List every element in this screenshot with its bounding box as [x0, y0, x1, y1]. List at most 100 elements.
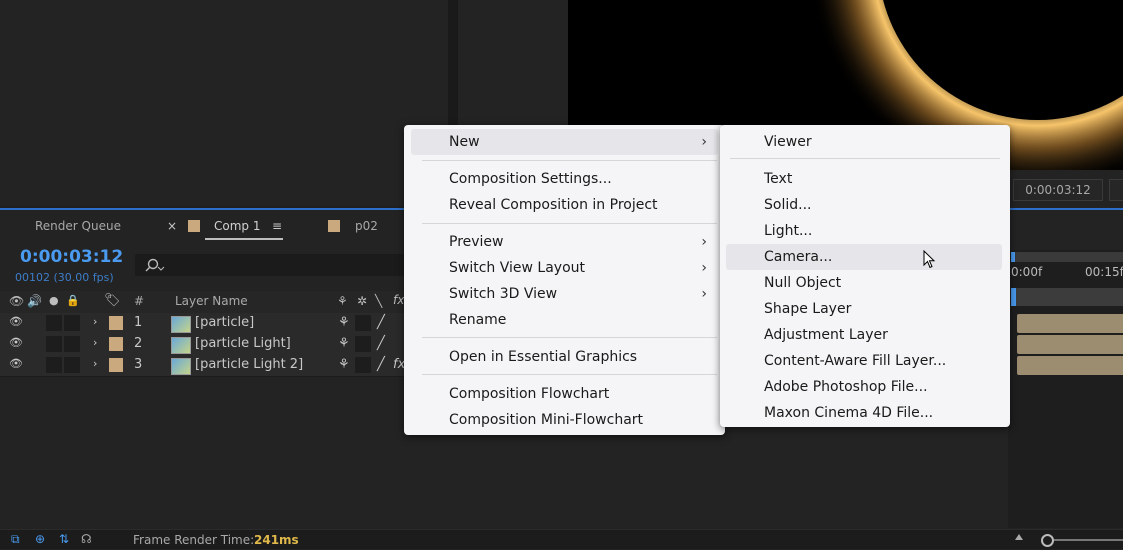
lock-toggle[interactable] — [64, 315, 80, 331]
menu-item-label: Light... — [764, 223, 813, 239]
fx-switch-icon[interactable]: fx — [393, 293, 404, 307]
label-color-swatch[interactable] — [109, 358, 123, 372]
menu-item-open-essential-graphics[interactable]: Open in Essential Graphics — [404, 344, 725, 370]
solo-icon[interactable]: ● — [49, 294, 59, 307]
layer-name[interactable]: [particle Light] — [195, 336, 291, 351]
tab-render-queue[interactable]: Render Queue — [35, 219, 121, 233]
quality-slash-icon[interactable]: ╱ — [377, 315, 385, 330]
submenu-item-adjustment-layer[interactable]: Adjustment Layer — [720, 322, 1010, 348]
tab-close-icon[interactable]: × — [167, 219, 177, 233]
menu-item-switch-3d-view[interactable]: Switch 3D View › — [404, 281, 725, 307]
ruler-label: 0:00f — [1011, 265, 1043, 279]
shy-switch-icon[interactable]: ⚘ — [337, 294, 348, 308]
collapse-switch-icon[interactable]: ✲ — [357, 294, 367, 308]
quality-slash-icon[interactable]: ╱ — [377, 336, 385, 351]
submenu-item-photoshop-file[interactable]: Adobe Photoshop File... — [720, 374, 1010, 400]
tab-menu-icon[interactable]: ≡ — [272, 219, 282, 233]
solo-toggle[interactable] — [46, 315, 62, 331]
table-row[interactable]: 👁 › 2 [particle Light] ⚘ ╱ — [0, 334, 410, 356]
comp-flowchart-icon[interactable]: ⧉ — [11, 532, 20, 547]
work-area-start-handle[interactable] — [1011, 252, 1015, 262]
collapse-toggle[interactable] — [355, 336, 371, 352]
label-color-swatch[interactable] — [109, 337, 123, 351]
time-ruler[interactable] — [1011, 288, 1123, 306]
menu-item-reveal-composition[interactable]: Reveal Composition in Project — [404, 192, 725, 218]
menu-divider — [730, 158, 1000, 159]
zoom-out-icon[interactable] — [1015, 534, 1023, 540]
submenu-item-solid[interactable]: Solid... — [720, 192, 1010, 218]
table-row[interactable]: 👁 › 1 [particle] ⚘ ╱ — [0, 313, 410, 335]
audio-icon[interactable]: 🔊 — [27, 294, 42, 308]
submenu-item-viewer[interactable]: Viewer — [720, 129, 1010, 155]
render-icon[interactable]: ⊕ — [35, 532, 45, 546]
menu-item-preview[interactable]: Preview › — [404, 229, 725, 255]
eye-icon[interactable]: 👁 — [9, 294, 24, 308]
layer-name[interactable]: [particle Light 2] — [195, 357, 303, 372]
menu-item-composition-flowchart[interactable]: Composition Flowchart — [404, 381, 725, 407]
shy-switch-icon[interactable]: ⚘ — [338, 357, 350, 372]
layer-index: 3 — [134, 357, 143, 372]
table-row[interactable]: 👁 › 3 [particle Light 2] ⚘ ╱ fx — [0, 355, 410, 377]
chevron-right-icon[interactable]: › — [93, 315, 97, 328]
layer-name[interactable]: [particle] — [195, 315, 254, 330]
viewer-timecode[interactable]: 0:00:03:12 — [1013, 179, 1103, 201]
layer-index: 1 — [134, 315, 143, 330]
eye-icon[interactable]: 👁 — [9, 315, 23, 328]
mouse-cursor-icon — [923, 250, 936, 269]
collapse-toggle[interactable] — [355, 357, 371, 373]
graph-icon[interactable]: ☊ — [81, 532, 92, 546]
menu-item-label: Adjustment Layer — [764, 327, 888, 343]
playhead-marker[interactable] — [1011, 288, 1016, 306]
eye-icon[interactable]: 👁 — [9, 357, 23, 370]
chevron-right-icon: › — [701, 286, 707, 302]
menu-item-new[interactable]: New › — [404, 129, 725, 155]
transfer-icon[interactable]: ⇅ — [59, 532, 69, 546]
label-color-swatch[interactable] — [109, 316, 123, 330]
lock-toggle[interactable] — [64, 336, 80, 352]
column-hash: # — [134, 294, 145, 308]
menu-item-switch-view-layout[interactable]: Switch View Layout › — [404, 255, 725, 281]
tab-p02[interactable]: p02 — [355, 219, 378, 233]
menu-item-label: Viewer — [764, 134, 812, 150]
menu-item-label: New — [449, 134, 480, 150]
submenu-item-shape-layer[interactable]: Shape Layer — [720, 296, 1010, 322]
menu-item-label: Null Object — [764, 275, 842, 291]
zoom-slider-handle[interactable] — [1041, 534, 1054, 547]
viewer-toolbar-button[interactable] — [1109, 179, 1123, 201]
quality-slash-icon[interactable]: ╱ — [377, 357, 385, 372]
layer-search-input[interactable] — [135, 254, 410, 276]
label-tag-icon[interactable]: 🏷 — [104, 293, 121, 308]
solo-toggle[interactable] — [46, 357, 62, 373]
submenu-item-text[interactable]: Text — [720, 166, 1010, 192]
shy-switch-icon[interactable]: ⚘ — [338, 336, 350, 351]
lock-toggle[interactable] — [64, 357, 80, 373]
column-layer-name[interactable]: Layer Name — [175, 294, 248, 308]
submenu-item-cinema-4d-file[interactable]: Maxon Cinema 4D File... — [720, 400, 1010, 426]
submenu-item-null-object[interactable]: Null Object — [720, 270, 1010, 296]
layer-duration-bar[interactable] — [1017, 356, 1123, 375]
menu-item-label: Composition Mini-Flowchart — [449, 412, 644, 428]
chevron-right-icon[interactable]: › — [93, 336, 97, 349]
lock-icon[interactable]: 🔒 — [66, 294, 80, 307]
shy-switch-icon[interactable]: ⚘ — [338, 315, 350, 330]
submenu-item-camera[interactable]: Camera... — [720, 244, 1010, 270]
layer-duration-bar[interactable] — [1017, 314, 1123, 333]
submenu-item-light[interactable]: Light... — [720, 218, 1010, 244]
menu-item-composition-settings[interactable]: Composition Settings... — [404, 166, 725, 192]
menu-item-label: Composition Settings... — [449, 171, 612, 187]
menu-item-rename[interactable]: Rename — [404, 307, 725, 333]
current-timecode[interactable]: 0:00:03:12 — [20, 247, 123, 267]
context-menu: New › Composition Settings... Reveal Com… — [404, 125, 725, 435]
chevron-right-icon[interactable]: › — [93, 357, 97, 370]
layer-duration-bar[interactable] — [1017, 335, 1123, 354]
work-area-bar[interactable] — [1011, 252, 1123, 262]
eye-icon[interactable]: 👁 — [9, 336, 23, 349]
comp-label-swatch — [188, 220, 200, 232]
submenu-item-content-aware-fill-layer[interactable]: Content-Aware Fill Layer... — [720, 348, 1010, 374]
collapse-toggle[interactable] — [355, 315, 371, 331]
quality-switch-icon[interactable]: ╲ — [375, 294, 382, 308]
solo-toggle[interactable] — [46, 336, 62, 352]
menu-item-composition-mini-flowchart[interactable]: Composition Mini-Flowchart — [404, 407, 725, 433]
zoom-slider-track[interactable] — [1050, 539, 1123, 541]
tab-comp-1[interactable]: Comp 1 — [214, 219, 260, 233]
